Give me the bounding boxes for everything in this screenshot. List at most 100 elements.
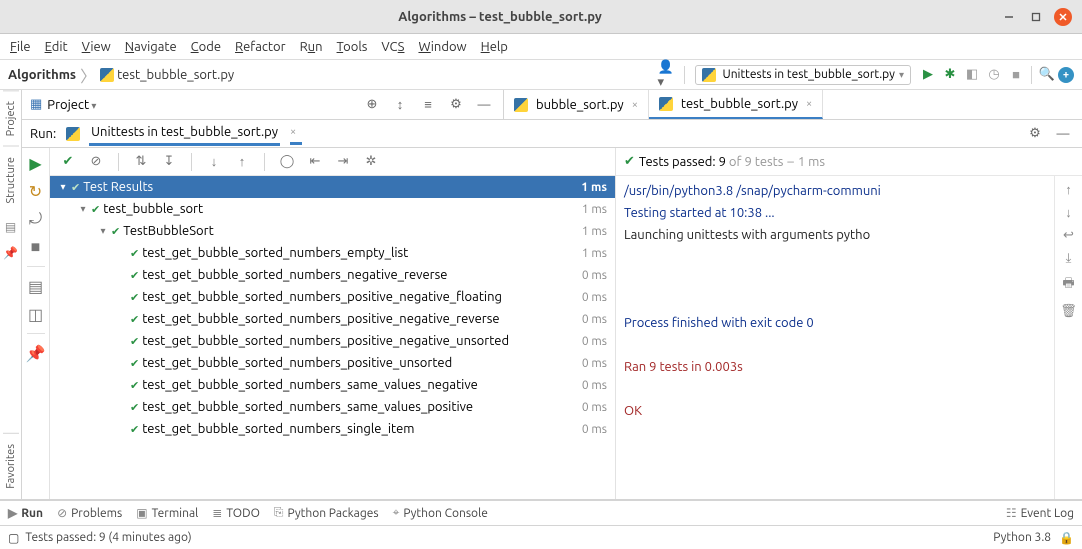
maximize-button[interactable] xyxy=(1027,8,1045,26)
test-row[interactable]: ✔ test_get_bubble_sorted_numbers_empty_l… xyxy=(50,242,615,264)
import-icon[interactable]: ⇤ xyxy=(305,152,325,172)
chevron-down-icon[interactable]: ▾ xyxy=(78,203,88,215)
close-tab-icon[interactable]: × xyxy=(806,98,812,110)
tool-run[interactable]: ▶Run xyxy=(8,506,43,520)
breadcrumb-file[interactable]: test_bubble_sort.py xyxy=(117,68,234,82)
coverage-button[interactable]: ◧ xyxy=(961,64,983,86)
event-log[interactable]: ☷Event Log xyxy=(1006,506,1074,520)
pin-icon[interactable]: 📌 xyxy=(3,246,18,260)
pin-button[interactable]: 📌 xyxy=(25,342,47,364)
menu-edit[interactable]: Edit xyxy=(45,40,68,54)
tool-python-packages[interactable]: ⎘Python Packages xyxy=(274,506,379,520)
layout-button-2[interactable]: ◫ xyxy=(25,303,47,325)
menu-navigate[interactable]: Navigate xyxy=(125,40,177,54)
menu-tools[interactable]: Tools xyxy=(337,40,368,54)
profile-button[interactable]: ◷ xyxy=(983,64,1005,86)
prev-failed-icon[interactable]: ◯ xyxy=(277,152,297,172)
tool-problems[interactable]: ⊘Problems xyxy=(57,506,122,520)
show-ignored-icon[interactable]: ⊘ xyxy=(86,152,106,172)
rail-structure[interactable]: Structure xyxy=(3,146,19,214)
collapse-icon[interactable]: ≡ xyxy=(417,94,439,116)
settings-icon[interactable]: ✲ xyxy=(361,152,381,172)
collapse-all-icon[interactable]: ↑ xyxy=(232,152,252,172)
pass-icon: ✔ xyxy=(130,357,139,370)
test-row[interactable]: ✔ test_get_bubble_sorted_numbers_positiv… xyxy=(50,286,615,308)
test-row[interactable]: ✔ test_get_bubble_sorted_numbers_negativ… xyxy=(50,264,615,286)
tree-module-time: 1 ms xyxy=(559,203,607,216)
stop-button[interactable]: ■ xyxy=(1005,64,1027,86)
close-tab-icon[interactable]: × xyxy=(632,99,638,111)
test-row[interactable]: ✔ test_get_bubble_sorted_numbers_same_va… xyxy=(50,374,615,396)
tool-python-console[interactable]: ⌖Python Console xyxy=(393,506,488,520)
menu-window[interactable]: Window xyxy=(418,40,466,54)
minimize-button[interactable] xyxy=(1000,8,1018,26)
rerun-failed-button[interactable]: ↻ xyxy=(25,180,47,202)
chevron-down-icon[interactable]: ▾ xyxy=(98,225,108,237)
rerun-button[interactable]: ▶ xyxy=(25,152,47,174)
test-row[interactable]: ✔ test_get_bubble_sorted_numbers_positiv… xyxy=(50,330,615,352)
bookmarks-icon[interactable]: ▤ xyxy=(5,220,16,234)
up-icon[interactable]: ↑ xyxy=(1065,182,1072,197)
tree-root[interactable]: ▾ ✔ Test Results 1 ms xyxy=(50,176,615,198)
menu-run[interactable]: Run xyxy=(300,40,323,54)
tool-terminal[interactable]: ▣Terminal xyxy=(136,506,198,520)
chevron-down-icon[interactable]: ▾ xyxy=(58,181,68,193)
soft-wrap-icon[interactable]: ↩ xyxy=(1063,228,1074,243)
test-row[interactable]: ✔ test_get_bubble_sorted_numbers_positiv… xyxy=(50,352,615,374)
menu-file[interactable]: File xyxy=(10,40,31,54)
expand-icon[interactable]: ↕ xyxy=(389,94,411,116)
tree-module[interactable]: ▾ ✔ test_bubble_sort 1 ms xyxy=(50,198,615,220)
rail-favorites[interactable]: Favorites xyxy=(3,433,19,499)
close-run-tab-icon[interactable]: × xyxy=(290,122,302,145)
console-output[interactable]: /usr/bin/python3.8 /snap/pycharm-communi… xyxy=(616,176,1054,499)
tab-bubble-sort[interactable]: bubble_sort.py × xyxy=(504,90,649,119)
hide-icon[interactable]: — xyxy=(1052,123,1074,145)
menu-refactor[interactable]: Refactor xyxy=(235,40,286,54)
show-passed-icon[interactable]: ✔ xyxy=(58,152,78,172)
close-button[interactable] xyxy=(1054,8,1072,26)
test-tree-pane: ✔ ⊘ ⇅ ↧ ↓ ↑ ◯ ⇤ ⇥ ✲ ▾ ✔ Test Results xyxy=(50,148,616,499)
export-icon[interactable]: ⇥ xyxy=(333,152,353,172)
debug-button[interactable]: ✱ xyxy=(939,64,961,86)
user-icon[interactable]: 👤▾ xyxy=(658,64,680,86)
scroll-end-icon[interactable]: ⤓ xyxy=(1066,251,1072,266)
run-button[interactable]: ▶ xyxy=(917,64,939,86)
breadcrumb-project[interactable]: Algorithms xyxy=(8,68,76,82)
print-icon[interactable]: 🖶 xyxy=(1062,274,1074,296)
menu-code[interactable]: Code xyxy=(191,40,221,54)
pass-icon: ✔ xyxy=(130,423,139,436)
test-row[interactable]: ✔ test_get_bubble_sorted_numbers_same_va… xyxy=(50,396,615,418)
lock-icon[interactable]: 🔒 xyxy=(1059,531,1074,545)
hide-icon[interactable]: — xyxy=(473,94,495,116)
sort-alpha-icon[interactable]: ↧ xyxy=(159,152,179,172)
tool-todo[interactable]: ≣TODO xyxy=(212,506,260,520)
menu-help[interactable]: Help xyxy=(481,40,508,54)
locate-icon[interactable]: ⊕ xyxy=(361,94,383,116)
sort-icon[interactable]: ⇅ xyxy=(131,152,151,172)
clear-icon[interactable]: 🗑 xyxy=(1060,304,1077,319)
down-icon[interactable]: ↓ xyxy=(1065,205,1072,220)
layout-button[interactable]: ▤ xyxy=(25,275,47,297)
menu-view[interactable]: View xyxy=(82,40,111,54)
gear-icon[interactable]: ⚙ xyxy=(1024,123,1046,145)
test-row[interactable]: ✔ test_get_bubble_sorted_numbers_positiv… xyxy=(50,308,615,330)
test-tree[interactable]: ▾ ✔ Test Results 1 ms ▾ ✔ test_bubble_so… xyxy=(50,176,615,499)
gear-icon[interactable]: ⚙ xyxy=(445,94,467,116)
add-button[interactable]: + xyxy=(1058,67,1074,83)
project-panel-header[interactable]: ▦ Project ⊕ ↕ ≡ ⚙ — xyxy=(22,90,504,119)
expand-all-icon[interactable]: ↓ xyxy=(204,152,224,172)
run-config-selector[interactable]: Unittests in test_bubble_sort.py ▾ xyxy=(695,65,912,85)
pass-icon: ✔ xyxy=(130,269,139,282)
run-tab-name[interactable]: Unittests in test_bubble_sort.py xyxy=(89,121,280,146)
test-row[interactable]: ✔ test_get_bubble_sorted_numbers_single_… xyxy=(50,418,615,440)
menu-vcs[interactable]: VCS xyxy=(381,40,404,54)
interpreter-label[interactable]: Python 3.8 xyxy=(993,531,1051,544)
tab-test-bubble-sort[interactable]: test_bubble_sort.py × xyxy=(649,90,823,119)
status-icon[interactable]: ▢ xyxy=(8,531,19,545)
rail-project[interactable]: Project xyxy=(3,90,19,146)
search-button[interactable]: 🔍 xyxy=(1036,64,1058,86)
tree-class[interactable]: ▾ ✔ TestBubbleSort 1 ms xyxy=(50,220,615,242)
stop-button[interactable]: ■ xyxy=(25,236,47,258)
status-prefix: Tests passed: xyxy=(639,155,716,169)
toggle-autotest-button[interactable]: ⤾ xyxy=(25,208,47,230)
